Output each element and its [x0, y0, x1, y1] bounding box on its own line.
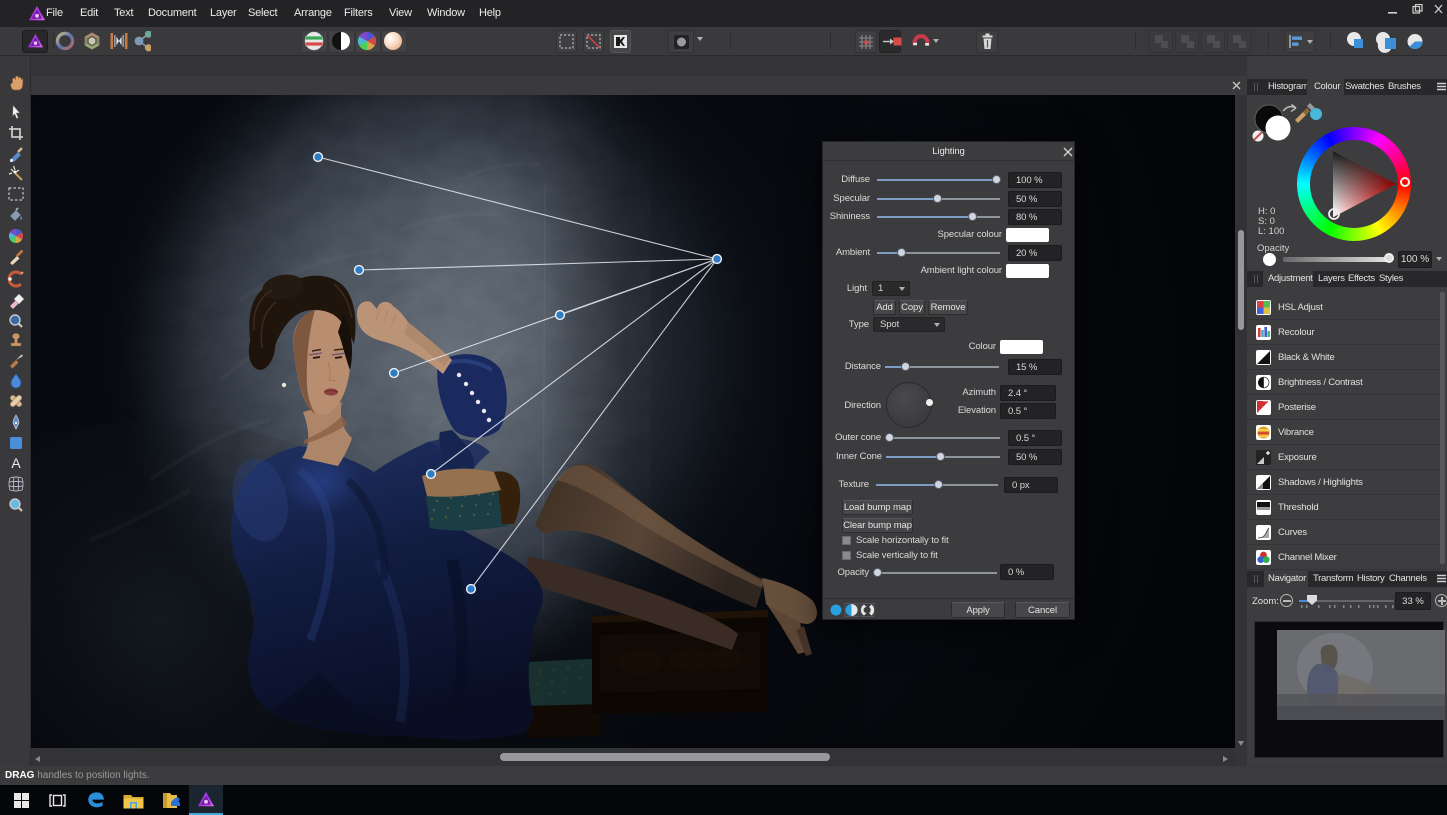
- svg-text:A: A: [11, 455, 21, 471]
